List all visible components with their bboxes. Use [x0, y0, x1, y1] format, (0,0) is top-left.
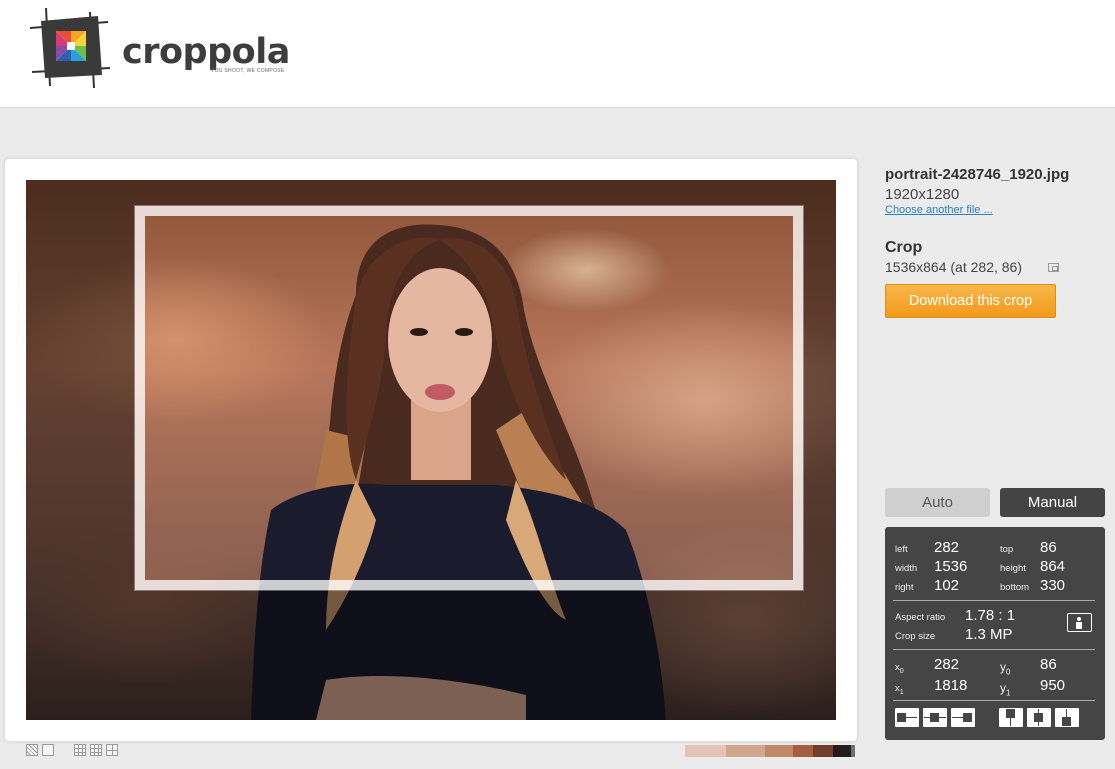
palette-swatch — [793, 745, 813, 757]
width-value[interactable]: 1536 — [934, 558, 967, 575]
hatch-overlay-icon[interactable] — [26, 744, 38, 756]
grid-fine-icon[interactable] — [90, 744, 102, 756]
crop-shade-left — [26, 206, 135, 590]
grid-quarters-icon[interactable] — [106, 744, 118, 756]
file-name: portrait-2428746_1920.jpg — [885, 166, 1070, 183]
y1-value[interactable]: 950 — [1040, 677, 1065, 694]
overlay-toolbar — [26, 744, 118, 756]
x1-value[interactable]: 1818 — [934, 677, 967, 694]
x0-label: x0 — [895, 662, 904, 675]
x1-label: x1 — [895, 683, 904, 696]
panel-divider — [893, 649, 1095, 650]
left-label: left — [895, 544, 908, 555]
align-bottom-icon[interactable] — [1055, 708, 1079, 727]
palette-swatch — [765, 745, 793, 757]
palette-swatch — [685, 745, 726, 757]
croppola-logo-icon[interactable] — [28, 8, 110, 88]
crop-shade-right — [803, 206, 836, 590]
logo-wordmark[interactable]: croppola — [122, 32, 290, 72]
manual-mode-button[interactable]: Manual — [1000, 488, 1105, 517]
align-left-icon[interactable] — [895, 708, 919, 727]
auto-mode-button[interactable]: Auto — [885, 488, 990, 517]
bottom-label: bottom — [1000, 582, 1030, 593]
logo-tagline: YOU SHOOT, WE COMPOSE — [211, 68, 285, 74]
top-label: top — [1000, 544, 1014, 555]
blank-overlay-icon[interactable] — [42, 744, 54, 756]
crop-summary: 1536x864 (at 282, 86) — [885, 259, 1022, 275]
image-card — [5, 159, 857, 741]
palette-swatch — [726, 745, 765, 757]
crop-size-label: Crop size — [895, 631, 936, 642]
align-top-icon[interactable] — [999, 708, 1023, 727]
color-palette — [685, 745, 855, 757]
aspect-ratio-label: Aspect ratio — [895, 612, 946, 623]
manual-crop-panel: left 282 top 86 width 1536 height 864 ri… — [885, 527, 1105, 740]
align-center-h-icon[interactable] — [923, 708, 947, 727]
y0-label: y0 — [1000, 660, 1011, 677]
y0-value[interactable]: 86 — [1040, 656, 1057, 673]
height-label: height — [1000, 563, 1026, 574]
x0-value[interactable]: 282 — [934, 656, 959, 673]
file-dimensions: 1920x1280 — [885, 186, 960, 203]
palette-swatch — [833, 745, 851, 757]
panel-divider — [893, 700, 1095, 701]
top-value[interactable]: 86 — [1040, 539, 1057, 556]
zoom-crop-icon[interactable] — [1048, 263, 1059, 272]
grid-thirds-icon[interactable] — [74, 744, 86, 756]
panel-divider — [893, 600, 1095, 601]
portrait-orientation-icon[interactable] — [1067, 613, 1092, 632]
height-value[interactable]: 864 — [1040, 558, 1065, 575]
width-label: width — [895, 563, 918, 574]
crop-size-value: 1.3 MP — [965, 626, 1013, 643]
crop-heading: Crop — [885, 239, 923, 256]
crop-rectangle[interactable] — [134, 205, 804, 591]
right-value[interactable]: 102 — [934, 577, 959, 594]
right-label: right — [895, 582, 914, 593]
left-value[interactable]: 282 — [934, 539, 959, 556]
photo-canvas[interactable] — [26, 180, 836, 720]
bottom-value[interactable]: 330 — [1040, 577, 1065, 594]
aspect-ratio-value: 1.78 : 1 — [965, 607, 1016, 624]
download-crop-button[interactable]: Download this crop — [885, 284, 1056, 318]
header: croppola YOU SHOOT, WE COMPOSE — [0, 0, 1115, 108]
align-center-v-icon[interactable] — [1027, 708, 1051, 727]
align-right-icon[interactable] — [951, 708, 975, 727]
crop-shade-top — [26, 180, 836, 206]
choose-file-link[interactable]: Choose another file ... — [885, 204, 993, 216]
palette-swatch — [813, 745, 833, 757]
crop-shade-bottom — [26, 590, 836, 720]
y1-label: y1 — [1000, 681, 1011, 698]
palette-swatch — [851, 745, 855, 757]
